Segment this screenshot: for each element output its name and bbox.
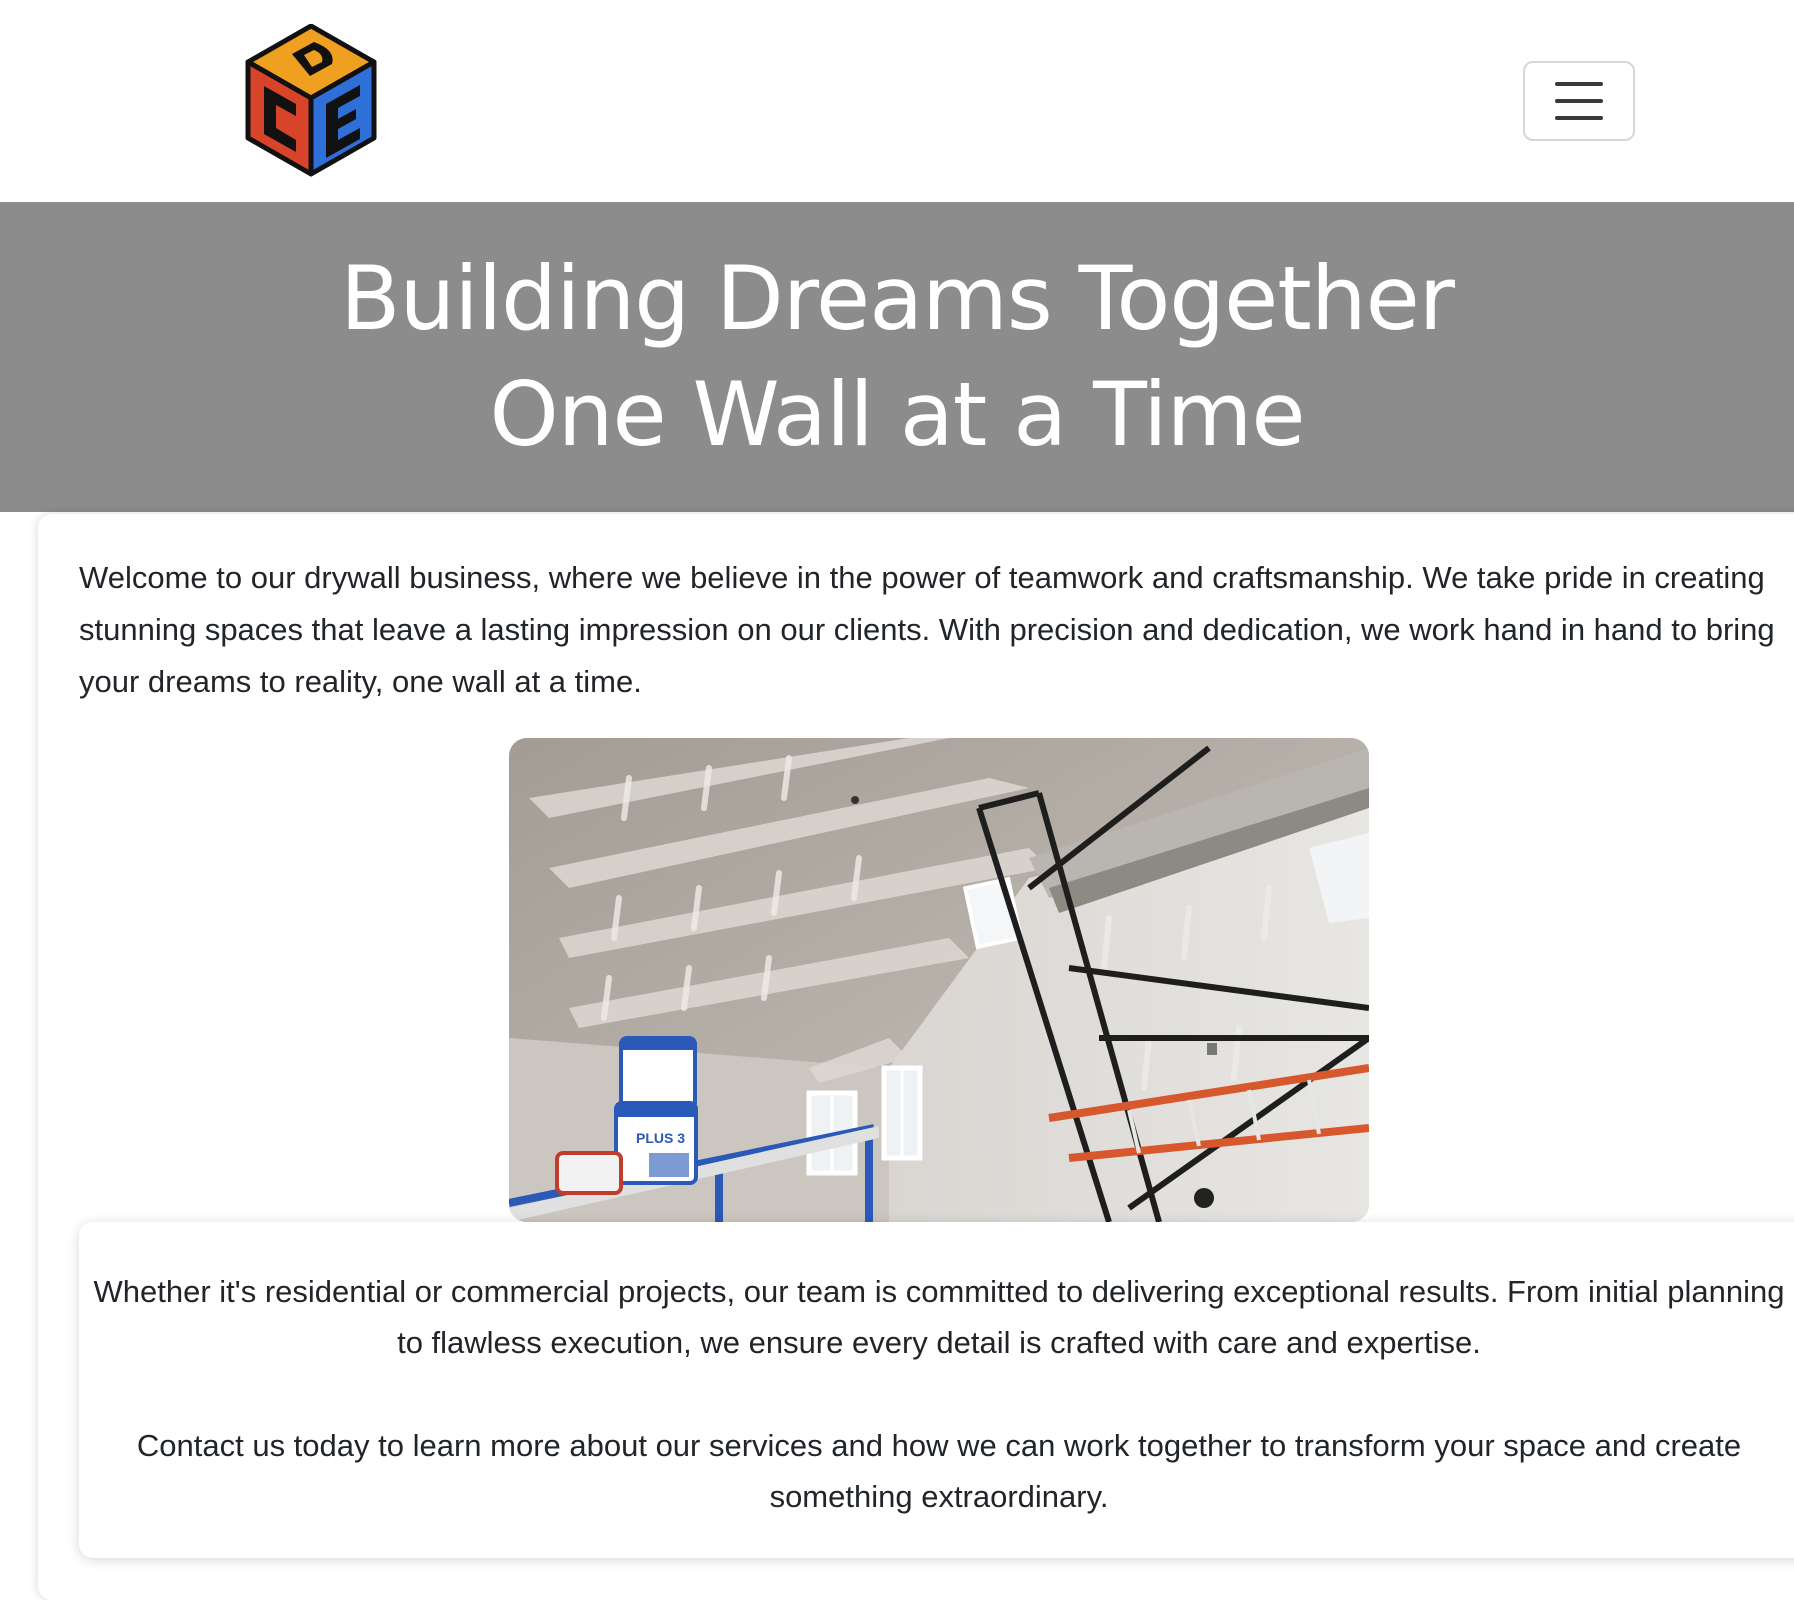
hamburger-menu-icon-bar xyxy=(1555,99,1603,103)
hero-heading: Building Dreams Together One Wall at a T… xyxy=(340,241,1455,473)
info-paragraph-1: Whether it's residential or commercial p… xyxy=(93,1274,1785,1360)
content-card: Welcome to our drywall business, where w… xyxy=(38,514,1794,1600)
hero-heading-line2: One Wall at a Time xyxy=(489,363,1306,466)
hero-banner: Building Dreams Together One Wall at a T… xyxy=(0,202,1794,512)
company-logo[interactable] xyxy=(244,23,378,178)
navbar xyxy=(0,0,1794,202)
hero-heading-line1: Building Dreams Together xyxy=(340,247,1455,350)
intro-paragraph: Welcome to our drywall business, where w… xyxy=(79,560,1775,699)
drywall-interior-photo: PLUS 3 xyxy=(509,738,1369,1222)
info-paragraph-2: Contact us today to learn more about our… xyxy=(136,1428,1742,1514)
hamburger-menu-icon-bar xyxy=(1555,116,1603,120)
hamburger-menu-icon xyxy=(1555,82,1603,86)
info-card: Whether it's residential or commercial p… xyxy=(79,1222,1794,1558)
menu-toggle-button[interactable] xyxy=(1523,61,1635,141)
bucket-label: PLUS 3 xyxy=(636,1130,685,1146)
logo-cube-icon xyxy=(245,23,377,177)
